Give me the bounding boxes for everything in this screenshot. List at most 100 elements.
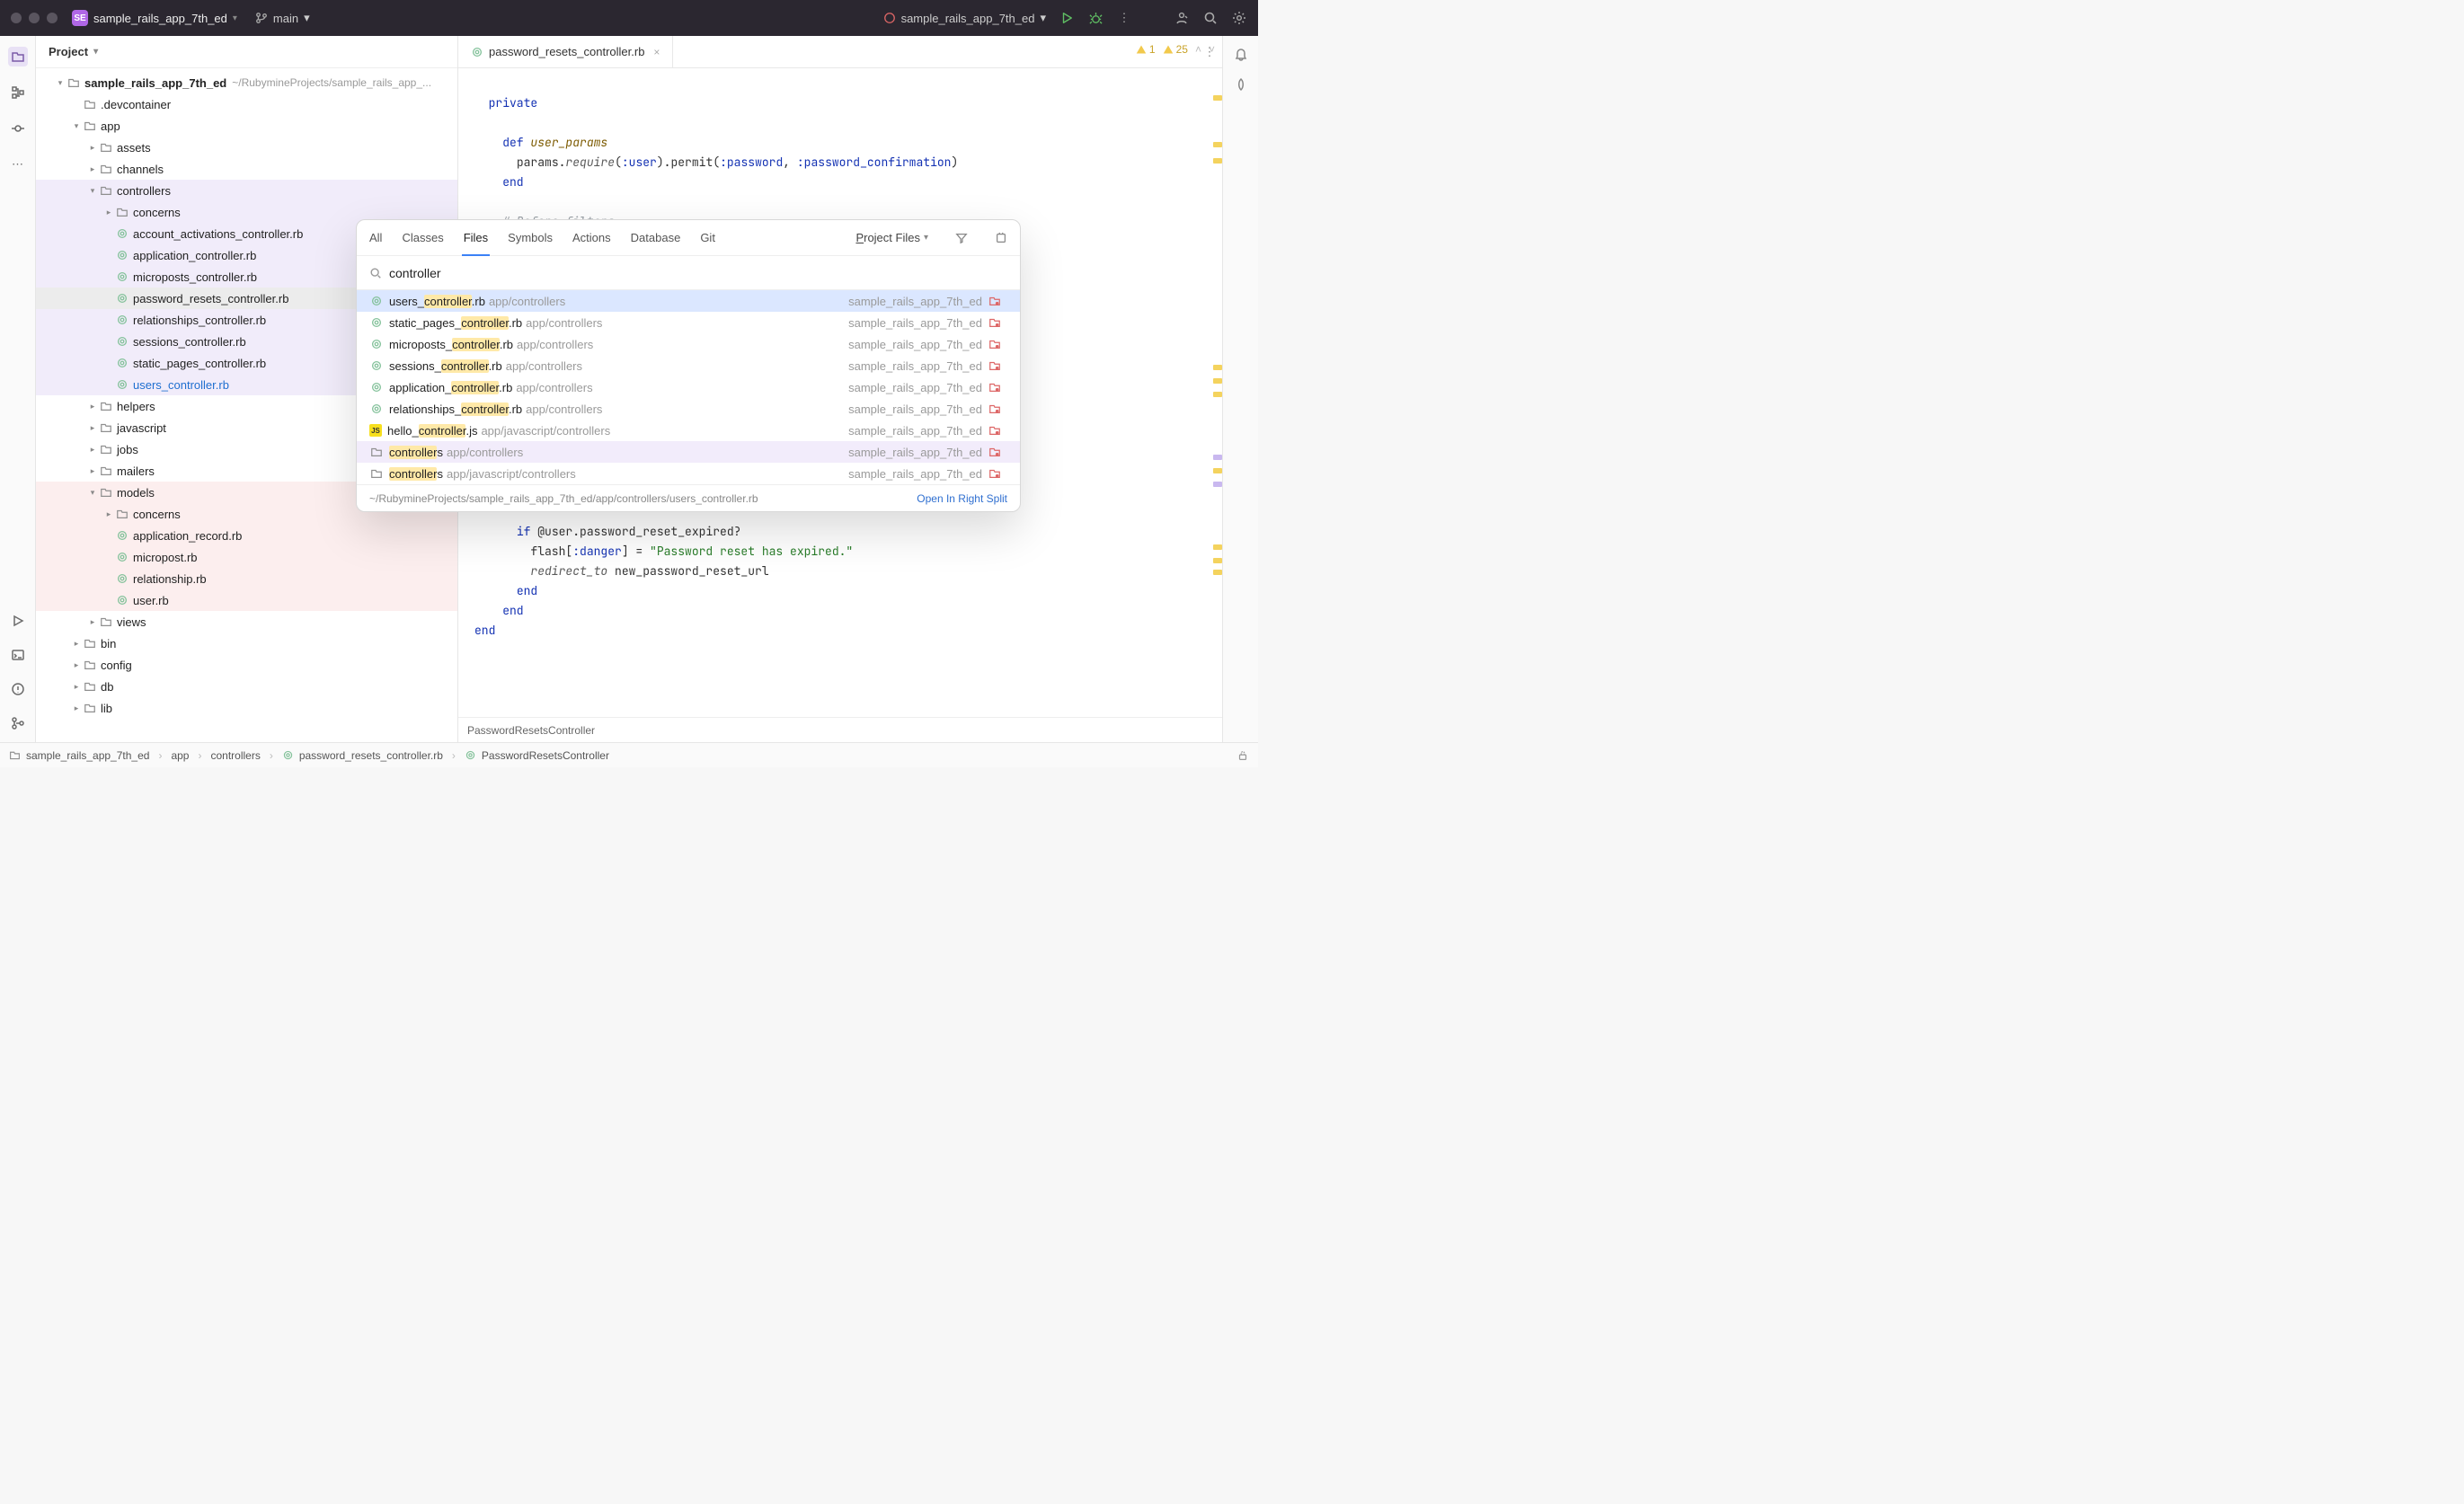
editor-breadcrumb[interactable]: PasswordResetsController [458, 717, 1222, 742]
search-everywhere-icon[interactable] [1202, 10, 1219, 26]
breadcrumb-item[interactable]: app [171, 749, 189, 762]
close-dot[interactable] [11, 13, 22, 23]
search-scope-selector[interactable]: Project Files ▾ [855, 231, 928, 244]
search-input-row [357, 256, 1020, 290]
commit-tool-button[interactable] [8, 119, 28, 138]
search-result-item[interactable]: sessions_controller.rb app/controllerssa… [357, 355, 1020, 376]
tree-label: bin [101, 637, 116, 650]
search-tab-actions[interactable]: Actions [572, 220, 611, 255]
tree-label: mailers [117, 464, 155, 478]
tab-label: password_resets_controller.rb [489, 45, 644, 58]
search-result-item[interactable]: controllers app/controllerssample_rails_… [357, 441, 1020, 463]
ai-assistant-button[interactable] [1234, 77, 1248, 92]
lock-icon[interactable] [1236, 749, 1249, 762]
chevron-down-icon: ▾ [1040, 11, 1046, 25]
tree-file[interactable]: relationship.rb [36, 568, 457, 589]
chevron-up-icon[interactable]: ˄ [1195, 43, 1201, 56]
tree-root[interactable]: ▾ sample_rails_app_7th_ed ~/RubymineProj… [36, 72, 457, 93]
ruby-file-icon [282, 749, 294, 761]
search-result-item[interactable]: static_pages_controller.rb app/controlle… [357, 312, 1020, 333]
inspections-widget[interactable]: 1 25 ˄ ˅ [1136, 43, 1215, 56]
tree-file[interactable]: application_record.rb [36, 525, 457, 546]
more-tool-button[interactable]: ⋯ [8, 155, 28, 174]
tree-file[interactable]: user.rb [36, 589, 457, 611]
editor-tabs: password_resets_controller.rb × ⋮ [458, 36, 1222, 68]
search-result-item[interactable]: application_controller.rb app/controller… [357, 376, 1020, 398]
breadcrumb-item[interactable]: sample_rails_app_7th_ed [26, 749, 149, 762]
tree-file[interactable]: micropost.rb [36, 546, 457, 568]
editor-tab[interactable]: password_resets_controller.rb × [458, 36, 673, 67]
tree-label: sessions_controller.rb [133, 335, 246, 349]
pin-icon[interactable] [995, 232, 1007, 244]
search-result-item[interactable]: controllers app/javascript/controllerssa… [357, 463, 1020, 484]
search-tab-classes[interactable]: Classes [402, 220, 443, 255]
code-with-me-icon[interactable] [1174, 10, 1190, 26]
tree-folder[interactable]: ▸views [36, 611, 457, 633]
chevron-down-icon: ▾ [233, 13, 237, 23]
ruby-file-icon [471, 46, 483, 58]
breadcrumb-item[interactable]: PasswordResetsController [482, 749, 609, 762]
code-token: flash[ [530, 544, 572, 559]
filter-icon[interactable] [955, 232, 968, 244]
notifications-button[interactable] [1234, 47, 1248, 61]
tree-label: static_pages_controller.rb [133, 357, 266, 370]
search-tab-symbols[interactable]: Symbols [508, 220, 553, 255]
min-dot[interactable] [29, 13, 40, 23]
search-result-item[interactable]: relationships_controller.rb app/controll… [357, 398, 1020, 420]
tree-folder[interactable]: ▸bin [36, 633, 457, 654]
project-panel-header[interactable]: Project ▾ [36, 36, 457, 68]
chevron-down-icon: ▾ [304, 11, 310, 25]
search-tab-git[interactable]: Git [700, 220, 715, 255]
tree-folder[interactable]: ▸lib [36, 697, 457, 719]
settings-icon[interactable] [1231, 10, 1247, 26]
terminal-tool-button[interactable] [8, 645, 28, 665]
code-token: :user [622, 155, 657, 170]
tree-folder[interactable]: ▾app [36, 115, 457, 137]
project-selector[interactable]: SE sample_rails_app_7th_ed ▾ [72, 10, 237, 26]
window-controls[interactable] [11, 13, 58, 23]
tree-path: ~/RubymineProjects/sample_rails_app_... [232, 76, 431, 89]
run-config-selector[interactable]: sample_rails_app_7th_ed ▾ [883, 11, 1046, 25]
search-footer: ~/RubymineProjects/sample_rails_app_7th_… [357, 484, 1020, 511]
chevron-down-icon[interactable]: ˅ [1209, 43, 1215, 56]
structure-tool-button[interactable] [8, 83, 28, 102]
search-result-item[interactable]: users_controller.rb app/controllerssampl… [357, 290, 1020, 312]
tree-folder[interactable]: ▸config [36, 654, 457, 676]
more-actions-button[interactable]: ⋮ [1116, 10, 1132, 26]
search-input[interactable] [389, 266, 1007, 280]
search-tab-all[interactable]: All [369, 220, 382, 255]
git-tool-button[interactable] [8, 713, 28, 733]
close-icon[interactable]: × [653, 46, 660, 58]
run-button[interactable] [1059, 10, 1075, 26]
tree-folder[interactable]: .devcontainer [36, 93, 457, 115]
search-tab-database[interactable]: Database [631, 220, 681, 255]
project-panel-title: Project [49, 45, 88, 58]
navigation-bar[interactable]: sample_rails_app_7th_ed› app› controller… [0, 742, 1258, 767]
code-token: ( [615, 155, 622, 170]
tree-label: jobs [117, 443, 138, 456]
search-result-item[interactable]: JShello_controller.js app/javascript/con… [357, 420, 1020, 441]
tree-label: micropost.rb [133, 551, 198, 564]
tree-label: controllers [117, 184, 171, 198]
breadcrumb-item[interactable]: password_resets_controller.rb [299, 749, 443, 762]
debug-button[interactable] [1087, 10, 1103, 26]
max-dot[interactable] [47, 13, 58, 23]
problems-tool-button[interactable] [8, 679, 28, 699]
open-in-right-split-link[interactable]: Open In Right Split [917, 492, 1007, 505]
search-result-item[interactable]: microposts_controller.rb app/controllers… [357, 333, 1020, 355]
breadcrumb-item[interactable]: controllers [210, 749, 260, 762]
tree-folder[interactable]: ▾controllers [36, 180, 457, 201]
tree-folder[interactable]: ▸channels [36, 158, 457, 180]
tree-folder[interactable]: ▸db [36, 676, 457, 697]
project-tool-button[interactable] [8, 47, 28, 66]
services-tool-button[interactable] [8, 611, 28, 631]
code-token: @user [530, 524, 572, 539]
chevron-down-icon: ▾ [924, 233, 928, 243]
vcs-branch[interactable]: main ▾ [255, 11, 310, 25]
tree-folder[interactable]: ▸assets [36, 137, 457, 158]
marker-bar[interactable] [1213, 68, 1222, 717]
tree-label: application_controller.rb [133, 249, 256, 262]
search-tab-files[interactable]: Files [464, 220, 488, 255]
search-tabs: All Classes Files Symbols Actions Databa… [357, 220, 1020, 256]
code-token: end [517, 583, 537, 598]
